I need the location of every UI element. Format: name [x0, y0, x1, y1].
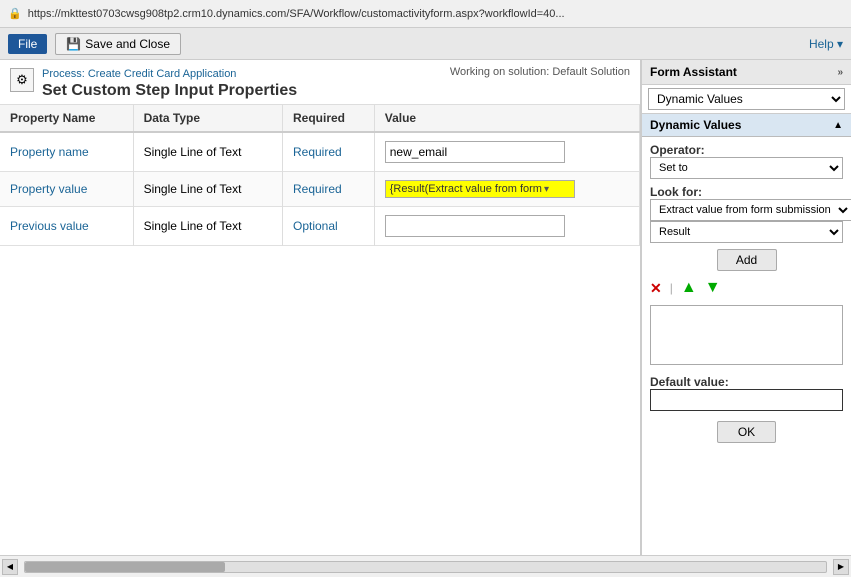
- form-assistant-title: Form Assistant: [650, 65, 737, 79]
- address-bar: 🔒 https://mkttest0703cwsg908tp2.crm10.dy…: [0, 0, 851, 28]
- move-up-icon[interactable]: ▲: [681, 279, 697, 297]
- col-header-data-type: Data Type: [133, 105, 282, 132]
- move-down-icon[interactable]: ▼: [705, 279, 721, 297]
- operator-row: Set to Clear: [650, 157, 843, 179]
- value-highlight[interactable]: {Result(Extract value from form ▾: [385, 180, 575, 198]
- default-value-input[interactable]: [650, 389, 843, 411]
- page-title: Set Custom Step Input Properties: [42, 82, 442, 100]
- url-text: https://mkttest0703cwsg908tp2.crm10.dyna…: [28, 8, 843, 20]
- dynamic-values-dropdown[interactable]: Dynamic Values Static Values: [648, 88, 845, 110]
- look-for-group: Look for: Extract value from form submis…: [650, 185, 843, 243]
- fa-section-label: Dynamic Values: [650, 118, 741, 132]
- col-header-property-name: Property Name: [0, 105, 133, 132]
- data-type-cell-2: Single Line of Text: [133, 172, 282, 207]
- properties-table: Property Name Data Type Required Value P…: [0, 105, 640, 246]
- scroll-right-arrow[interactable]: ▶: [833, 559, 849, 575]
- value-cell-3[interactable]: [374, 207, 639, 246]
- bottom-scrollbar: ◀ ▶: [0, 555, 851, 577]
- table-row: Previous value Single Line of Text Optio…: [0, 207, 640, 246]
- scrollbar-track[interactable]: [24, 561, 827, 573]
- look-for-row-1: Extract value from form submission: [650, 199, 843, 221]
- ok-btn-row: OK: [650, 421, 843, 443]
- save-icon: 💾: [66, 37, 81, 51]
- fa-body: Operator: Set to Clear Look for: Extract…: [642, 137, 851, 555]
- main-content: ⚙ Process: Create Credit Card Applicatio…: [0, 60, 851, 555]
- highlight-text: {Result(Extract value from form: [390, 183, 542, 195]
- fa-dropdown-row: Dynamic Values Static Values: [642, 85, 851, 114]
- gear-icon: ⚙: [16, 72, 28, 88]
- file-button[interactable]: File: [8, 34, 47, 54]
- process-header: ⚙ Process: Create Credit Card Applicatio…: [0, 60, 640, 105]
- value-input-3[interactable]: [385, 215, 565, 237]
- look-for-dropdown-1[interactable]: Extract value from form submission: [650, 199, 851, 221]
- prop-name-link-3[interactable]: Previous value: [10, 219, 89, 233]
- look-for-row-2: Result: [650, 221, 843, 243]
- prop-name-link[interactable]: Property name: [10, 145, 89, 159]
- left-panel: ⚙ Process: Create Credit Card Applicatio…: [0, 60, 641, 555]
- save-close-button[interactable]: 💾 Save and Close: [55, 33, 181, 55]
- operator-label: Operator:: [650, 143, 843, 157]
- delete-icon[interactable]: ✕: [650, 280, 662, 297]
- data-type-cell: Single Line of Text: [133, 132, 282, 172]
- operator-group: Operator: Set to Clear: [650, 143, 843, 179]
- default-value-label: Default value:: [650, 375, 843, 389]
- lock-icon: 🔒: [8, 7, 22, 20]
- right-panel: Form Assistant » Dynamic Values Static V…: [641, 60, 851, 555]
- prop-name-link-2[interactable]: Property value: [10, 182, 87, 196]
- solution-info: Working on solution: Default Solution: [450, 66, 630, 78]
- fa-section-header[interactable]: Dynamic Values ▲: [642, 114, 851, 137]
- fa-section-arrow-icon[interactable]: ▲: [833, 120, 843, 131]
- process-icon: ⚙: [10, 68, 34, 92]
- value-input-1[interactable]: [385, 141, 565, 163]
- form-assistant-header: Form Assistant »: [642, 60, 851, 85]
- add-btn-row: Add: [650, 249, 843, 271]
- table-row: Property name Single Line of Text Requir…: [0, 132, 640, 172]
- ok-button[interactable]: OK: [717, 421, 776, 443]
- default-value-group: Default value:: [650, 371, 843, 411]
- scroll-left-arrow[interactable]: ◀: [2, 559, 18, 575]
- optional-badge: Optional: [293, 219, 338, 233]
- toolbar: File 💾 Save and Close Help ▾: [0, 28, 851, 60]
- value-cell-2[interactable]: {Result(Extract value from form ▾: [374, 172, 639, 207]
- separator: |: [670, 281, 673, 295]
- fa-icon-row: ✕ | ▲ ▼: [650, 277, 843, 299]
- fa-textarea[interactable]: [650, 305, 843, 365]
- operator-dropdown[interactable]: Set to Clear: [650, 157, 843, 179]
- process-link[interactable]: Process: Create Credit Card Application: [42, 68, 236, 80]
- col-header-required: Required: [282, 105, 374, 132]
- process-info: Process: Create Credit Card Application …: [42, 66, 442, 100]
- add-button[interactable]: Add: [717, 249, 777, 271]
- required-badge: Required: [293, 145, 342, 159]
- col-header-value: Value: [374, 105, 639, 132]
- look-for-label: Look for:: [650, 185, 843, 199]
- look-for-dropdown-2[interactable]: Result: [650, 221, 843, 243]
- save-close-label: Save and Close: [85, 37, 170, 51]
- data-type-cell-3: Single Line of Text: [133, 207, 282, 246]
- properties-table-wrap: Property Name Data Type Required Value P…: [0, 105, 640, 555]
- highlight-dropdown-arrow[interactable]: ▾: [544, 184, 549, 195]
- value-cell[interactable]: [374, 132, 639, 172]
- required-badge-2: Required: [293, 182, 342, 196]
- scrollbar-thumb[interactable]: [25, 562, 225, 572]
- table-row: Property value Single Line of Text Requi…: [0, 172, 640, 207]
- help-button[interactable]: Help ▾: [809, 37, 843, 51]
- chevron-right-icon[interactable]: »: [837, 67, 843, 78]
